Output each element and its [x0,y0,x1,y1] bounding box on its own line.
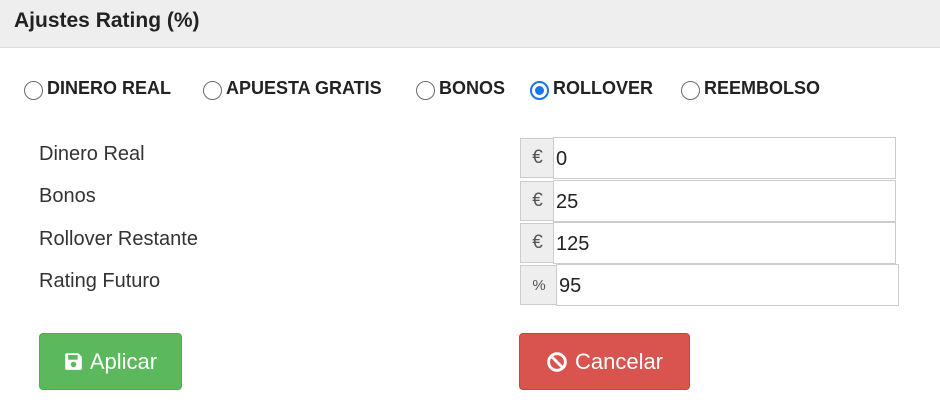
page-title: Ajustes Rating (%) [14,9,200,32]
ban-icon [547,351,567,372]
bonos-input[interactable] [553,180,896,222]
dinero-real-input[interactable] [553,137,896,179]
field-label-bonos: Bonos [39,185,96,207]
save-icon [65,353,82,370]
panel-header: Ajustes Rating (%) [0,0,940,48]
radio-button[interactable] [203,80,222,100]
cancel-button-label: Cancelar [574,348,664,374]
radio-button-selected[interactable] [530,80,549,100]
apply-button[interactable]: Aplicar [39,333,182,390]
field-label-dinero-real: Dinero Real [39,143,145,165]
rollover-restante-input[interactable] [553,222,896,264]
radio-label: APUESTA GRATIS [226,78,382,98]
radio-button[interactable] [416,80,435,100]
radio-button[interactable] [681,80,700,100]
radio-label: ROLLOVER [553,78,654,98]
radio-button[interactable] [24,80,43,100]
field-label-rating-futuro: Rating Futuro [39,270,161,292]
currency-addon: € [520,181,554,221]
rating-futuro-input[interactable] [556,264,899,306]
radio-label: BONOS [439,78,506,98]
radio-label: REEMBOLSO [704,78,821,98]
cancel-button[interactable]: Cancelar [519,333,690,390]
radio-reembolso[interactable]: REEMBOLSO [681,75,820,101]
currency-addon: € [520,223,554,263]
radio-dinero-real[interactable]: DINERO REAL [24,75,171,101]
field-label-rollover-restante: Rollover Restante [39,228,198,250]
radio-bonos[interactable]: BONOS [416,75,505,101]
currency-addon: € [520,138,554,178]
percent-addon: % [520,265,557,305]
radio-apuesta-gratis[interactable]: APUESTA GRATIS [203,75,382,101]
radio-rollover[interactable]: ROLLOVER [530,75,653,101]
apply-button-label: Aplicar [89,348,158,374]
radio-label: DINERO REAL [47,78,172,98]
